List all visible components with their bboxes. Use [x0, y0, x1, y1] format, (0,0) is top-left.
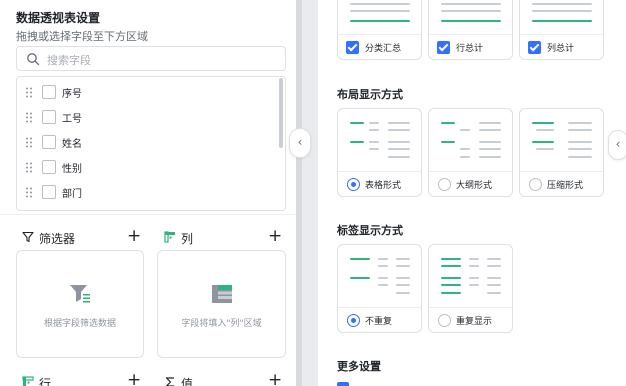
tabular-option[interactable]: 表格形式 — [338, 171, 421, 196]
field-checkbox[interactable] — [42, 135, 56, 149]
field-item[interactable]: 部门 — [17, 180, 275, 205]
column-zone-hint: 字段将填入"列"区域 — [181, 319, 262, 329]
field-label: 工号 — [62, 114, 82, 125]
more-settings-title: 更多设置 — [337, 360, 381, 373]
repeat-preview — [429, 245, 512, 308]
compact-label: 压缩形式 — [547, 181, 584, 191]
field-label: 姓名 — [62, 139, 82, 150]
layout-section-title: 布局显示方式 — [337, 88, 403, 101]
field-checkbox[interactable] — [42, 160, 56, 174]
panel-subtitle: 拖拽或选择字段至下方区域 — [16, 30, 148, 43]
filter-illustration-icon — [70, 285, 90, 303]
column-total-card[interactable]: 列总计 — [519, 0, 604, 60]
outline-label: 大纲形式 — [456, 181, 493, 191]
layout-compact-card[interactable]: 压缩形式 — [519, 108, 604, 197]
pivot-settings-panel: 数据透视表设置 拖拽或选择字段至下方区域 搜索字段 序号 工号 姓名 性别 部门… — [0, 0, 296, 386]
column-icon — [164, 231, 175, 243]
add-column-button[interactable]: + — [268, 228, 282, 245]
field-item[interactable]: 序号 — [17, 80, 275, 105]
column-drop-zone[interactable]: 字段将填入"列"区域 — [157, 250, 286, 358]
column-total-label: 列总计 — [547, 44, 575, 54]
value-zone-label: 值 — [181, 377, 194, 386]
subtotal-preview — [338, 0, 421, 36]
section-divider — [0, 214, 296, 215]
field-checkbox[interactable] — [42, 185, 56, 199]
sigma-icon — [165, 377, 174, 386]
tabular-label: 表格形式 — [365, 181, 402, 191]
repeat-option[interactable]: 重复显示 — [429, 307, 512, 332]
field-checkbox[interactable] — [42, 85, 56, 99]
layout-tabular-card[interactable]: 表格形式 — [337, 108, 422, 197]
search-placeholder: 搜索字段 — [47, 54, 91, 67]
panel-title: 数据透视表设置 — [16, 11, 101, 25]
field-item[interactable]: 性别 — [17, 155, 275, 180]
subtotal-card[interactable]: 分类汇总 — [337, 0, 422, 60]
field-list-scrollbar[interactable] — [279, 78, 283, 148]
label-repeat-card[interactable]: 重复显示 — [428, 244, 513, 333]
filter-zone-header: 筛选器 — [22, 229, 92, 247]
collapse-right-button[interactable]: ‹ — [608, 130, 626, 160]
no-repeat-preview — [338, 245, 421, 308]
compact-radio[interactable] — [529, 178, 542, 191]
field-item[interactable]: 姓名 — [17, 130, 275, 155]
search-icon — [27, 53, 40, 66]
filter-drop-zone[interactable]: 根据字段筛选数据 — [16, 250, 144, 358]
panel-splitter[interactable] — [296, 0, 302, 386]
column-total-preview — [520, 0, 603, 36]
field-item[interactable]: 工号 — [17, 105, 275, 130]
compact-preview — [520, 109, 603, 172]
row-icon — [22, 376, 34, 386]
row-zone-label: 行 — [39, 377, 52, 386]
field-label: 性别 — [62, 164, 82, 175]
drag-handle-icon[interactable] — [25, 112, 33, 123]
repeat-radio[interactable] — [438, 314, 451, 327]
filter-zone-label: 筛选器 — [39, 232, 76, 246]
no-repeat-option[interactable]: 不重复 — [338, 307, 421, 332]
subtotal-label: 分类汇总 — [365, 44, 402, 54]
layout-outline-card[interactable]: 大纲形式 — [428, 108, 513, 197]
add-value-button[interactable]: + — [268, 372, 282, 386]
field-search-input[interactable]: 搜索字段 — [16, 46, 286, 71]
no-repeat-label: 不重复 — [365, 317, 393, 327]
subtotal-option[interactable]: 分类汇总 — [338, 34, 421, 59]
outline-radio[interactable] — [438, 178, 451, 191]
label-section-title: 标签显示方式 — [337, 224, 403, 237]
outline-preview — [429, 109, 512, 172]
tabular-radio[interactable] — [347, 178, 360, 191]
row-total-card[interactable]: 行总计 — [428, 0, 513, 60]
filter-zone-hint: 根据字段筛选数据 — [43, 319, 116, 329]
label-no-repeat-card[interactable]: 不重复 — [337, 244, 422, 333]
filter-icon — [22, 231, 34, 243]
add-filter-button[interactable]: + — [127, 228, 141, 245]
row-total-checkbox[interactable] — [437, 41, 450, 54]
field-label: 部门 — [62, 189, 82, 200]
column-total-option[interactable]: 列总计 — [520, 34, 603, 59]
drag-handle-icon[interactable] — [25, 137, 33, 148]
compact-option[interactable]: 压缩形式 — [520, 171, 603, 196]
row-total-option[interactable]: 行总计 — [429, 34, 512, 59]
value-zone-header: 值 — [164, 374, 224, 386]
row-total-preview — [429, 0, 512, 36]
add-row-button[interactable]: + — [127, 372, 141, 386]
field-checkbox[interactable] — [42, 110, 56, 124]
column-zone-header: 列 — [164, 229, 224, 247]
collapse-left-button[interactable]: ‹ — [289, 128, 311, 158]
field-list: 序号 工号 姓名 性别 部门 — [16, 76, 286, 211]
column-illustration-icon — [211, 285, 232, 303]
tabular-preview — [338, 109, 421, 172]
drag-handle-icon[interactable] — [25, 87, 33, 98]
drag-handle-icon[interactable] — [25, 162, 33, 173]
column-zone-label: 列 — [181, 232, 194, 246]
drag-handle-icon[interactable] — [25, 187, 33, 198]
row-zone-header: 行 — [22, 374, 82, 386]
column-total-checkbox[interactable] — [528, 41, 541, 54]
more-settings-checkbox-edge[interactable] — [337, 382, 349, 386]
repeat-label: 重复显示 — [456, 317, 493, 327]
no-repeat-radio[interactable] — [347, 314, 360, 327]
row-total-label: 行总计 — [456, 44, 484, 54]
outline-option[interactable]: 大纲形式 — [429, 171, 512, 196]
field-label: 序号 — [62, 89, 82, 100]
subtotal-checkbox[interactable] — [346, 41, 359, 54]
